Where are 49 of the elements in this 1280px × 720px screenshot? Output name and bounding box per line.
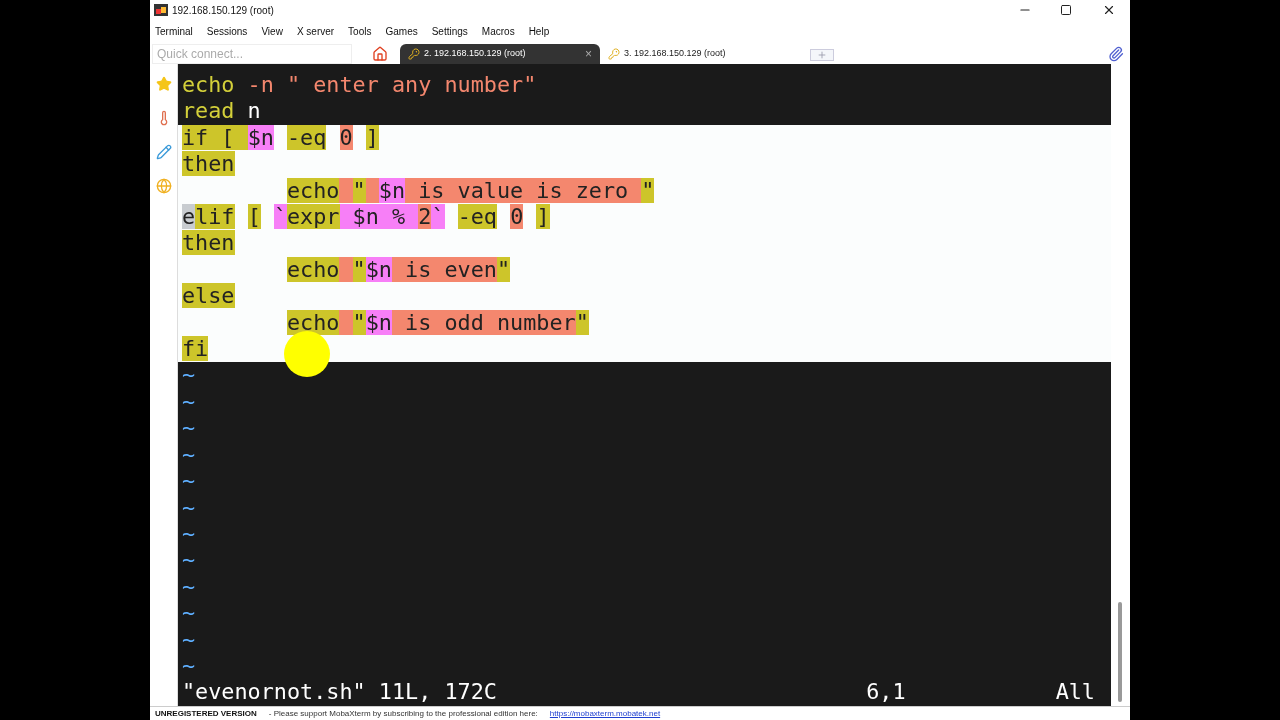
menu-item[interactable]: Games [385,23,418,39]
empty-line-marker: ~ [181,600,196,627]
file-status: "evenornot.sh" 11L, 172C [182,679,497,706]
tab-label: 2. 192.168.150.129 (root) [424,47,527,61]
empty-line-marker: ~ [181,388,196,416]
menu-item[interactable]: Macros [481,23,515,39]
empty-line-marker: ~ [181,468,196,495]
menu-item[interactable]: Help [528,23,550,39]
pointer-highlight [284,331,330,377]
menu-item[interactable]: Settings [431,23,468,39]
code-line: read n [181,98,262,125]
empty-line-marker: ~ [181,415,196,442]
terminal[interactable] [178,64,1111,706]
scrollbar-thumb[interactable] [1117,602,1122,702]
home-icon[interactable] [372,46,388,62]
key-icon [608,48,620,60]
tab-close[interactable]: × [585,45,592,63]
empty-line-marker: ~ [181,362,196,389]
menu-item[interactable]: Tools [348,23,372,39]
empty-line-marker: ~ [181,441,196,469]
support-message: - Please support MobaXterm by subscribing to the professional edition here: [268,707,538,720]
app-icon [154,4,168,16]
empty-line-marker: ~ [181,626,196,653]
star-icon[interactable] [155,76,172,92]
close-icon[interactable] [1102,3,1116,17]
empty-line-marker: ~ [181,573,196,601]
cursor-position: 6,1 [866,679,906,706]
paperclip-icon[interactable] [1108,46,1124,62]
key-icon [408,48,420,60]
menu-item[interactable]: View [261,23,283,39]
menu-item[interactable]: X server [296,23,335,39]
empty-line-marker: ~ [181,520,196,548]
maximize-icon[interactable] [1060,4,1072,16]
window-title: 192.168.150.129 (root) [172,3,274,18]
tab-label: 3. 192.168.150.129 (root) [624,47,727,61]
session-tab[interactable]: 2. 192.168.150.129 (root) × [400,44,600,64]
menu-item[interactable]: Sessions [206,23,248,39]
support-link[interactable]: https://mobaxterm.mobatek.net [549,707,661,720]
scroll-position: All [1055,679,1095,706]
pencil-icon[interactable] [155,144,172,160]
empty-line-marker: ~ [181,652,196,680]
empty-line-marker: ~ [181,547,196,574]
globe-icon[interactable] [155,178,172,194]
quick-connect-field[interactable]: Quick connect... [152,44,352,64]
unregistered-label: UNREGISTERED VERSION [155,707,257,720]
empty-line-marker: ~ [181,494,196,521]
code-line: echo -n " enter any number" [181,72,538,99]
plus-icon [817,50,827,60]
menu-item[interactable]: Terminal [155,23,193,39]
